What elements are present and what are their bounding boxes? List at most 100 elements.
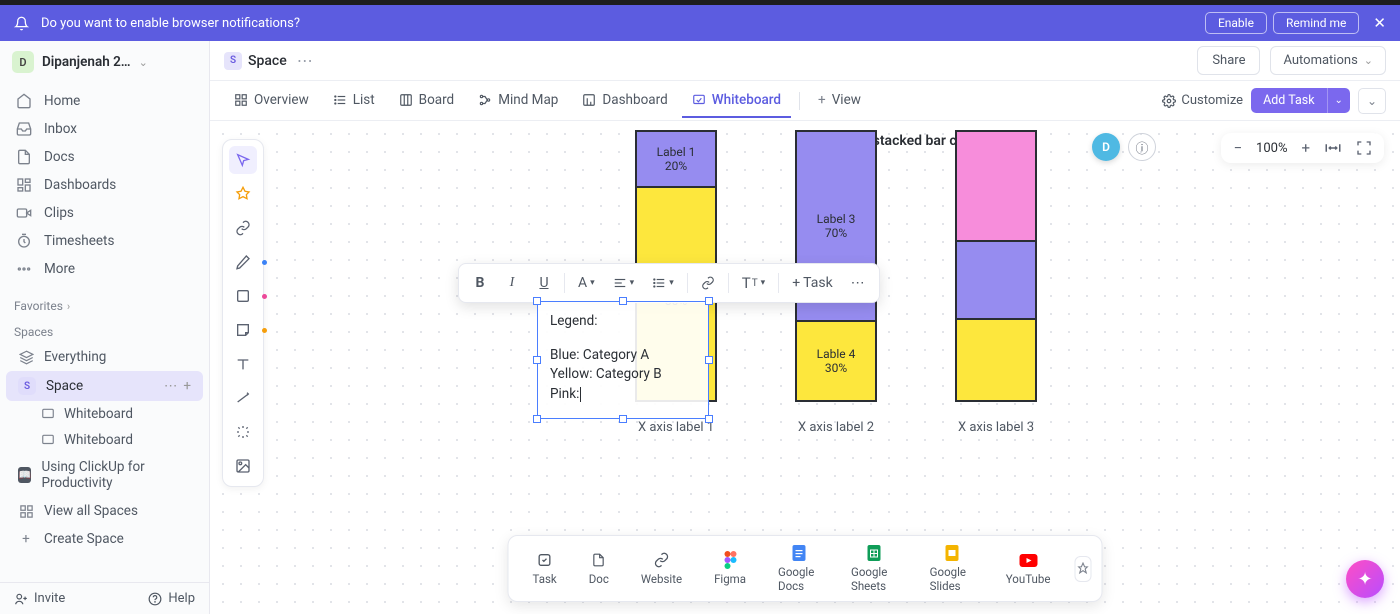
book-icon: 📖 (18, 467, 31, 483)
share-button[interactable]: Share (1197, 46, 1260, 75)
tab-add-view[interactable]: +View (808, 84, 871, 118)
zoom-in-button[interactable]: + (1301, 139, 1310, 157)
workspace-name: Dipanjenah 2… (42, 54, 131, 70)
connector-tool[interactable] (229, 384, 257, 412)
automations-button[interactable]: Automations⌄ (1270, 46, 1386, 75)
add-task-inline[interactable]: + Task (784, 268, 840, 298)
sidebar-item-whiteboard-1[interactable]: Whiteboard (0, 401, 209, 427)
resize-handle[interactable] (533, 356, 541, 364)
spaces-section: Spaces (0, 317, 209, 343)
more-icon (16, 261, 32, 277)
card-google-slides[interactable]: Google Slides (916, 540, 988, 597)
italic-button[interactable]: I (497, 268, 527, 298)
tab-list[interactable]: List (323, 84, 385, 118)
tab-mind-map[interactable]: Mind Map (468, 84, 568, 118)
sidebar-item-timesheets[interactable]: Timesheets (6, 227, 203, 255)
resize-handle[interactable] (705, 415, 713, 423)
youtube-icon (1019, 551, 1037, 569)
whiteboard-canvas[interactable]: D ⓘ − 100% + Title of this stacked bar c… (210, 121, 1400, 614)
align-dropdown[interactable]: ▾ (605, 268, 643, 298)
sidebar-item-inbox[interactable]: Inbox (6, 115, 203, 143)
ai-fab[interactable]: ✦ (1346, 560, 1384, 598)
image-tool[interactable] (229, 452, 257, 480)
tab-dashboard[interactable]: Dashboard (572, 84, 677, 118)
space-avatar: S (224, 52, 242, 70)
chevron-down-icon[interactable]: ⌄ (1327, 88, 1350, 113)
task-icon (537, 551, 553, 569)
hand-tool[interactable] (229, 180, 257, 208)
more-button[interactable]: ⋯ (843, 268, 873, 298)
resize-handle[interactable] (705, 356, 713, 364)
pointer-tool[interactable] (229, 146, 257, 174)
card-figma[interactable]: Figma (700, 547, 760, 590)
sidebar-item-more[interactable]: More (6, 255, 203, 283)
card-doc[interactable]: Doc (575, 547, 623, 590)
favorites-section[interactable]: Favorites› (0, 291, 209, 317)
resize-handle[interactable] (705, 297, 713, 305)
pen-tool[interactable] (229, 248, 257, 276)
home-icon (16, 93, 32, 109)
text-tool[interactable] (229, 350, 257, 378)
tab-whiteboard[interactable]: Whiteboard (682, 84, 791, 118)
legend-text-box[interactable]: Legend: Blue: Category A Yellow: Categor… (537, 301, 709, 419)
zoom-out-button[interactable]: − (1233, 139, 1242, 157)
bold-button[interactable]: B (465, 268, 495, 298)
ai-tool[interactable] (229, 418, 257, 446)
font-dropdown[interactable]: A▾ (570, 268, 603, 298)
resize-handle[interactable] (533, 297, 541, 305)
tab-board[interactable]: Board (389, 84, 465, 118)
sidebar-item-clips[interactable]: Clips (6, 199, 203, 227)
clips-icon (16, 205, 32, 221)
gslides-icon (945, 544, 958, 562)
underline-button[interactable]: U (529, 268, 559, 298)
legend-line-1: Blue: Category A (550, 346, 696, 366)
card-website[interactable]: Website (627, 547, 696, 590)
more-icon[interactable]: ⋯ (297, 51, 313, 70)
sidebar-item-view-all-spaces[interactable]: View all Spaces (6, 497, 203, 525)
card-task[interactable]: Task (519, 547, 571, 590)
link-button[interactable] (693, 268, 723, 298)
sidebar: D Dipanjenah 2… ⌄ Home Inbox Docs Dashbo… (0, 41, 210, 614)
sidebar-item-everything[interactable]: Everything (6, 343, 203, 371)
more-button[interactable]: ⌄ (1358, 88, 1386, 114)
add-task-button[interactable]: Add Task⌄ (1251, 88, 1350, 113)
close-icon[interactable]: ✕ (1373, 14, 1386, 32)
sidebar-item-dashboards[interactable]: Dashboards (6, 171, 203, 199)
pin-button[interactable] (1074, 556, 1091, 582)
workspace-switcher[interactable]: D Dipanjenah 2… ⌄ (0, 41, 209, 83)
sidebar-item-using-clickup[interactable]: 📖Using ClickUp for Productivity (6, 453, 203, 497)
sidebar-item-home[interactable]: Home (6, 87, 203, 115)
link-tool[interactable] (229, 214, 257, 242)
more-icon[interactable]: ⋯ (164, 378, 178, 394)
sidebar-item-space[interactable]: SSpace⋯+ (6, 371, 203, 401)
invite-button[interactable]: Invite (14, 591, 65, 606)
docs-icon (16, 149, 32, 165)
space-avatar: S (18, 377, 36, 395)
fullscreen-icon[interactable] (1356, 140, 1372, 156)
sidebar-item-docs[interactable]: Docs (6, 143, 203, 171)
card-google-sheets[interactable]: Google Sheets (837, 540, 912, 597)
sidebar-item-whiteboard-2[interactable]: Whiteboard (0, 427, 209, 453)
tab-overview[interactable]: Overview (224, 84, 319, 118)
enable-button[interactable]: Enable (1205, 12, 1267, 34)
sidebar-item-create-space[interactable]: +Create Space (6, 525, 203, 553)
card-youtube[interactable]: YouTube (992, 547, 1065, 590)
shape-tool[interactable] (229, 282, 257, 310)
breadcrumb-space[interactable]: S Space (224, 52, 287, 70)
help-button[interactable]: Help (148, 591, 195, 606)
zoom-level[interactable]: 100% (1256, 141, 1287, 156)
fit-width-icon[interactable] (1324, 139, 1342, 157)
customize-button[interactable]: Customize (1162, 93, 1243, 108)
remind-me-button[interactable]: Remind me (1273, 12, 1359, 34)
sticky-tool[interactable] (229, 316, 257, 344)
resize-handle[interactable] (619, 415, 627, 423)
resize-handle[interactable] (533, 415, 541, 423)
link-icon (653, 551, 669, 569)
view-tabs: Overview List Board Mind Map Dashboard W… (210, 81, 1400, 121)
plus-icon[interactable]: + (183, 378, 191, 394)
resize-handle[interactable] (619, 297, 627, 305)
card-google-docs[interactable]: Google Docs (764, 540, 833, 597)
list-dropdown[interactable]: ▾ (644, 268, 682, 298)
help-icon (148, 592, 162, 606)
text-size-dropdown[interactable]: TT▾ (734, 268, 773, 298)
